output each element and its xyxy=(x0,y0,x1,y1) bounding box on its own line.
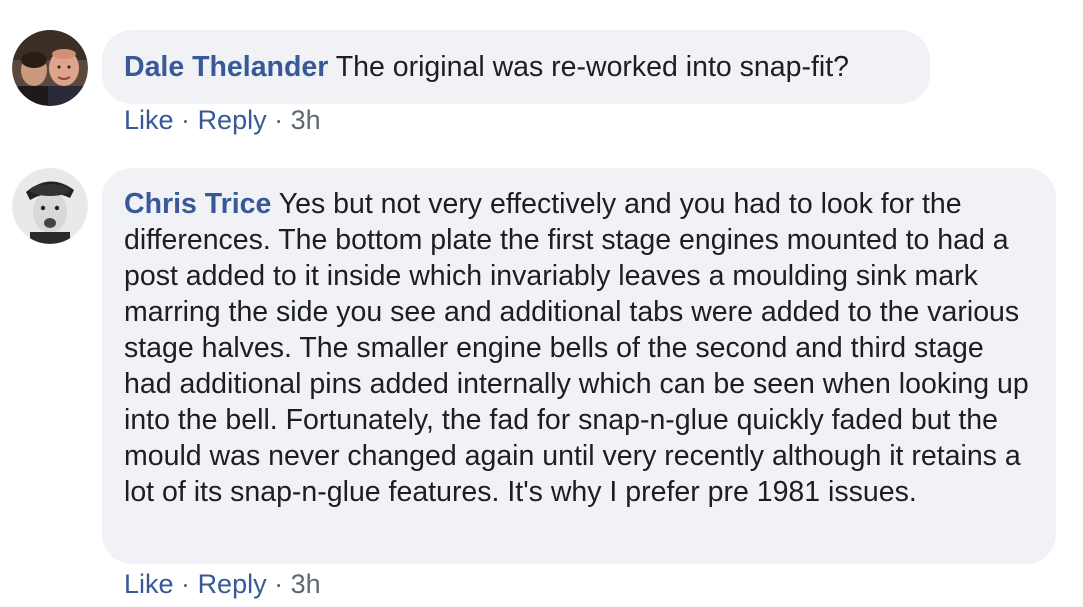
separator: · xyxy=(274,569,284,599)
author-name[interactable]: Dale Thelander xyxy=(124,51,328,83)
avatar-photo-icon xyxy=(12,30,88,106)
comment-bubble: Chris Trice Yes but not very effectively… xyxy=(102,168,1056,564)
reply-button[interactable]: Reply xyxy=(198,569,267,599)
comment: Dale Thelander The original was re-worke… xyxy=(12,28,1072,138)
comment-text: The original was re-worked into snap-fit… xyxy=(335,51,849,83)
author-name[interactable]: Chris Trice xyxy=(124,188,271,220)
comment: Chris Trice Yes but not very effectively… xyxy=(12,168,1072,600)
like-button[interactable]: Like xyxy=(124,105,174,135)
separator: · xyxy=(274,105,284,135)
reply-button[interactable]: Reply xyxy=(198,105,267,135)
comment-actions: Like · Reply · 3h xyxy=(124,104,321,136)
avatar-photo-icon xyxy=(12,168,88,244)
timestamp[interactable]: 3h xyxy=(291,105,321,135)
comment-thread: Dale Thelander The original was re-worke… xyxy=(0,0,1083,607)
comment-bubble: Dale Thelander The original was re-worke… xyxy=(102,30,930,104)
separator: · xyxy=(181,569,191,599)
comment-text: Yes but not very effectively and you had… xyxy=(124,188,1029,508)
separator: · xyxy=(181,105,191,135)
comment-actions: Like · Reply · 3h xyxy=(124,568,321,600)
like-button[interactable]: Like xyxy=(124,569,174,599)
avatar[interactable] xyxy=(12,30,88,106)
avatar[interactable] xyxy=(12,168,88,244)
timestamp[interactable]: 3h xyxy=(291,569,321,599)
